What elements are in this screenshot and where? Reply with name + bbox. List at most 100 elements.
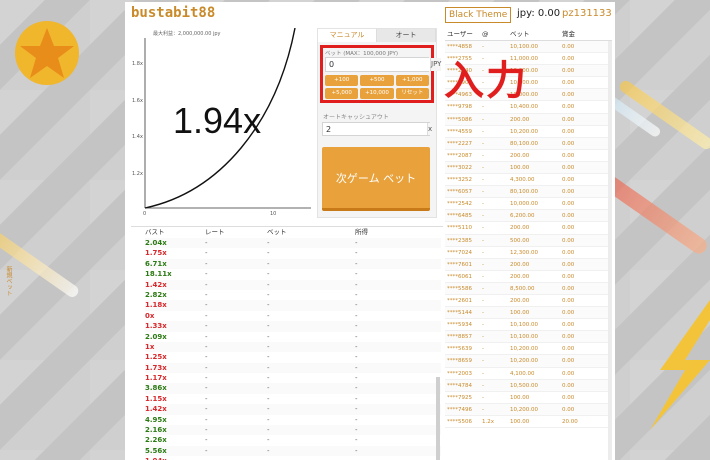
player-name: ****8857 [447, 334, 472, 341]
column-header: @ [482, 30, 489, 38]
player-row: ****7925 - 100.00 0.00 [445, 392, 612, 404]
player-bet: 10,100.00 [510, 322, 538, 329]
player-row: ****3252 - 4,300.00 0.00 [445, 174, 612, 187]
player-row: ****4784 - 10,500.00 0.00 [445, 379, 612, 392]
column-header: ベット [510, 30, 530, 38]
player-cashout: - [482, 189, 484, 196]
player-bet: 10,200.00 [510, 128, 538, 135]
bet-amount-input[interactable] [326, 58, 430, 71]
profit-value: - [355, 426, 358, 435]
history-row: 1.33x - - - [145, 321, 441, 332]
current-multiplier: 1.94x [173, 100, 262, 141]
rate-value: - [205, 332, 208, 341]
rate-value: - [205, 249, 208, 258]
player-profit: 0.00 [562, 152, 575, 159]
player-cashout: - [482, 201, 484, 208]
history-row: 2.09x - - - [145, 332, 441, 342]
bust-value: 5.56x [145, 446, 167, 455]
players-scrollbar[interactable] [608, 41, 612, 460]
player-row: ****5506 1.2x 100.00 20.00 [445, 416, 612, 428]
add-100-button[interactable]: +100 [325, 75, 359, 86]
rate-value: - [205, 394, 208, 403]
player-row: ****7024 - 12,300.00 0.00 [445, 247, 612, 259]
add-10000-button[interactable]: +10,000 [360, 88, 394, 99]
history-header: バスト レート ベット 所得 [145, 227, 441, 237]
history-row: 2.82x - - - [145, 290, 441, 300]
logo[interactable]: bustabit88 [131, 5, 215, 21]
place-bet-button[interactable]: 次ゲーム ベット [322, 147, 430, 211]
player-name: ****5110 [447, 225, 472, 232]
bet-value: - [267, 384, 270, 393]
history-row: 1.15x - - - [145, 394, 441, 404]
new-bet-side-label[interactable]: 新規ベット [4, 266, 12, 296]
y-tick-label: 1.2x [132, 171, 143, 177]
tab-manual[interactable]: マニュアル [318, 29, 377, 42]
player-name: ****3022 [447, 164, 472, 171]
player-profit: 0.00 [562, 201, 575, 208]
player-bet: 10,200.00 [510, 346, 538, 353]
bet-value: - [267, 342, 270, 351]
add-500-button[interactable]: +500 [360, 75, 394, 86]
player-bet: 10,200.00 [510, 358, 538, 365]
profit-value: - [355, 446, 358, 455]
bet-value: - [267, 259, 270, 268]
history-scrollbar[interactable] [436, 377, 440, 460]
bust-value: 2.26x [145, 436, 167, 445]
bet-value: - [267, 311, 270, 320]
player-profit: 0.00 [562, 44, 575, 50]
rate-value: - [205, 446, 208, 455]
column-header: バスト [145, 228, 165, 236]
username-link[interactable]: pz131133 [562, 8, 612, 19]
bust-value: 1.33x [145, 322, 167, 331]
auto-cashout-input[interactable] [323, 123, 427, 135]
tab-auto[interactable]: オート [377, 29, 436, 42]
player-cashout: - [482, 164, 484, 171]
balance: jpy: 0.00 [517, 8, 561, 19]
rate-value: - [205, 436, 208, 445]
bust-value: 0x [145, 311, 155, 320]
reset-button[interactable]: リセット [395, 88, 429, 99]
star-icon [15, 21, 79, 85]
player-row: ****5586 - 8,500.00 0.00 [445, 282, 612, 295]
player-profit: 0.00 [562, 285, 575, 292]
player-row: ****2601 - 200.00 0.00 [445, 295, 612, 308]
history-row: 2.16x - - - [145, 425, 441, 436]
player-name: ****6485 [447, 213, 472, 220]
history-row: 2.26x - - - [145, 435, 441, 445]
app-container: bustabit88 Black Theme jpy: 0.00 pz13113… [125, 2, 615, 460]
player-name: ****5506 [447, 418, 472, 425]
theme-toggle-button[interactable]: Black Theme [445, 7, 512, 23]
bet-value: - [267, 332, 270, 341]
player-bet: 10,000.00 [510, 201, 538, 208]
player-profit: 0.00 [562, 322, 575, 329]
player-name: ****2003 [447, 370, 472, 377]
bust-value: 1.42x [145, 280, 167, 289]
player-profit: 0.00 [562, 189, 575, 196]
player-profit: 0.00 [562, 261, 575, 268]
player-name: ****7925 [447, 394, 472, 401]
auto-cashout-row: x [322, 122, 433, 136]
player-cashout: - [482, 261, 484, 268]
player-bet: 200.00 [510, 261, 530, 268]
player-name: ****7496 [447, 406, 472, 413]
rate-value: - [205, 280, 208, 289]
history-row: 1x - - - [145, 341, 441, 353]
player-profit: 0.00 [562, 237, 575, 244]
player-profit: 0.00 [562, 116, 575, 123]
player-profit: 0.00 [562, 140, 575, 147]
player-cashout: - [482, 297, 484, 304]
input-annotation: 入力 [444, 58, 528, 104]
add-1000-button[interactable]: +1,000 [395, 75, 429, 86]
player-row: ****7496 - 10,200.00 0.00 [445, 403, 612, 416]
bet-value: - [267, 322, 270, 331]
history-table: バスト レート ベット 所得 2.04x - - -1.75x - - -6.71x - - -1… [131, 226, 443, 460]
player-row: ****5639 - 10,200.00 0.00 [445, 343, 612, 356]
player-profit: 0.00 [562, 213, 575, 220]
add-5000-button[interactable]: +5,000 [325, 88, 359, 99]
profit-value: - [355, 456, 441, 460]
y-tick-label: 1.4x [132, 134, 143, 140]
player-row: ****2542 - 10,000.00 0.00 [445, 198, 612, 211]
profit-value: - [355, 290, 358, 299]
bet-mode-tabs: マニュアル オート [318, 29, 436, 42]
player-profit: 0.00 [562, 92, 575, 99]
